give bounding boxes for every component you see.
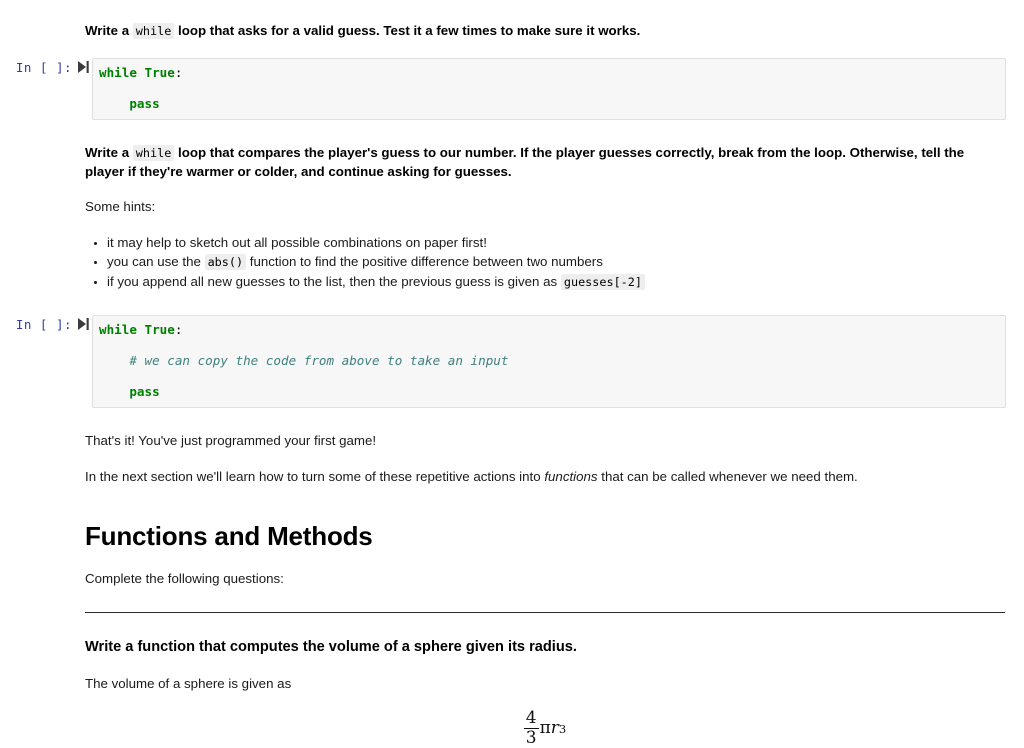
math-expression: 4 3 πr3: [524, 710, 567, 748]
notebook-cell-markdown[interactable]: Write a while loop that asks for a valid…: [0, 10, 1024, 41]
text-segment: Write a: [85, 23, 133, 38]
text-segment: loop that asks for a valid guess. Test i…: [174, 23, 640, 38]
text-segment: you can use the: [107, 254, 205, 269]
text-segment: that can be called whenever we need them…: [598, 469, 858, 484]
cell-prompt-in: In [ ]:: [0, 58, 76, 77]
page-title: Functions and Methods: [85, 521, 1012, 551]
variable-radius: r: [551, 720, 559, 737]
run-cell-icon[interactable]: [76, 315, 90, 337]
token-builtin: True: [145, 65, 175, 80]
token-indent: [99, 353, 129, 368]
inline-code-guesses-index: guesses[-2]: [561, 274, 645, 290]
code-source[interactable]: while True: pass: [99, 65, 997, 112]
token-keyword: pass: [129, 96, 159, 111]
text-segment: Some hints:: [85, 199, 155, 214]
notebook-cell-markdown[interactable]: Write a while loop that compares the pla…: [0, 144, 1024, 292]
paragraph-compare-guess: Write a while loop that compares the pla…: [85, 144, 1005, 181]
paragraph-thats-it: That's it! You've just programmed your f…: [85, 432, 1012, 451]
text-segment: Complete the following questions:: [85, 571, 284, 586]
token-punct: :: [175, 322, 183, 337]
token-space: [137, 322, 145, 337]
text-segment: That's it! You've just programmed your f…: [85, 433, 376, 448]
list-item: you can use the abs() function to find t…: [107, 252, 1012, 272]
markdown-body[interactable]: That's it! You've just programmed your f…: [0, 432, 1024, 451]
markdown-body[interactable]: Write a while loop that compares the pla…: [0, 144, 1024, 292]
token-keyword: pass: [129, 384, 159, 399]
code-editor-area[interactable]: while True: # we can copy the code from …: [92, 315, 1006, 409]
token-keyword: while: [99, 322, 137, 337]
inline-code-while: while: [133, 23, 175, 39]
token-space: [137, 65, 145, 80]
paragraph-sphere-volume-intro: The volume of a sphere is given as: [85, 675, 1012, 694]
fraction-denominator: 3: [524, 730, 539, 748]
run-cell-icon[interactable]: [76, 58, 90, 80]
fraction-four-thirds: 4 3: [524, 710, 539, 748]
paragraph-complete-questions: Complete the following questions:: [85, 570, 1012, 589]
emphasis-functions: functions: [544, 469, 597, 484]
text-segment: loop that compares the player's guess to…: [85, 145, 964, 179]
cell-prompt-in: In [ ]:: [0, 315, 76, 334]
text-segment: function to find the positive difference…: [246, 254, 603, 269]
notebook-cell-code[interactable]: In [ ]: while True: pass: [0, 58, 1024, 121]
code-cell-wrapper[interactable]: while True: pass: [76, 58, 1024, 121]
blank-line: [99, 368, 997, 384]
paragraph-sphere-question: Write a function that computes the volum…: [85, 638, 1005, 657]
token-keyword: while: [99, 65, 137, 80]
text-segment: The volume of a sphere is given as: [85, 676, 291, 691]
notebook-cell-markdown[interactable]: Write a function that computes the volum…: [0, 638, 1024, 748]
blank-line: [99, 337, 997, 353]
notebook-cell-code[interactable]: In [ ]: while True: # we can copy the co…: [0, 315, 1024, 409]
token-indent: [99, 384, 129, 399]
blank-line: [99, 80, 997, 96]
markdown-body[interactable]: Write a while loop that asks for a valid…: [0, 10, 1024, 41]
code-cell-wrapper[interactable]: while True: # we can copy the code from …: [76, 315, 1024, 409]
fraction-numerator: 4: [524, 710, 539, 728]
list-item: if you append all new guesses to the lis…: [107, 272, 1012, 292]
token-builtin: True: [145, 322, 175, 337]
notebook-container: Write a while loop that asks for a valid…: [0, 0, 1024, 748]
text-segment: it may help to sketch out all possible c…: [107, 235, 487, 250]
text-segment: In the next section we'll learn how to t…: [85, 469, 544, 484]
notebook-cell-markdown[interactable]: Functions and Methods Complete the follo…: [0, 521, 1024, 613]
text-segment: if you append all new guesses to the lis…: [107, 274, 561, 289]
inline-code-abs: abs(): [205, 254, 247, 270]
list-item: it may help to sketch out all possible c…: [107, 233, 1012, 252]
paragraph-some-hints: Some hints:: [85, 198, 1012, 217]
token-punct: :: [175, 65, 183, 80]
markdown-body[interactable]: Functions and Methods Complete the follo…: [0, 521, 1024, 613]
hints-list: it may help to sketch out all possible c…: [85, 233, 1012, 292]
math-formula-sphere-volume: 4 3 πr3: [85, 708, 1005, 748]
token-comment: # we can copy the code from above to tak…: [129, 353, 508, 368]
paragraph-next-section: In the next section we'll learn how to t…: [85, 468, 1012, 487]
text-segment: Write a function that computes the volum…: [85, 639, 577, 655]
text-segment: Write a: [85, 145, 133, 160]
paragraph-while-valid-guess: Write a while loop that asks for a valid…: [85, 22, 1005, 41]
markdown-body[interactable]: In the next section we'll learn how to t…: [0, 468, 1024, 487]
pi-symbol: π: [540, 720, 551, 737]
section-divider: [85, 612, 1005, 613]
notebook-cell-markdown[interactable]: That's it! You've just programmed your f…: [0, 432, 1024, 451]
code-source[interactable]: while True: # we can copy the code from …: [99, 322, 997, 400]
token-indent: [99, 96, 129, 111]
notebook-cell-markdown[interactable]: In the next section we'll learn how to t…: [0, 468, 1024, 487]
fraction-bar: [524, 728, 539, 729]
markdown-body[interactable]: Write a function that computes the volum…: [0, 638, 1024, 748]
inline-code-while: while: [133, 145, 175, 161]
code-editor-area[interactable]: while True: pass: [92, 58, 1006, 121]
